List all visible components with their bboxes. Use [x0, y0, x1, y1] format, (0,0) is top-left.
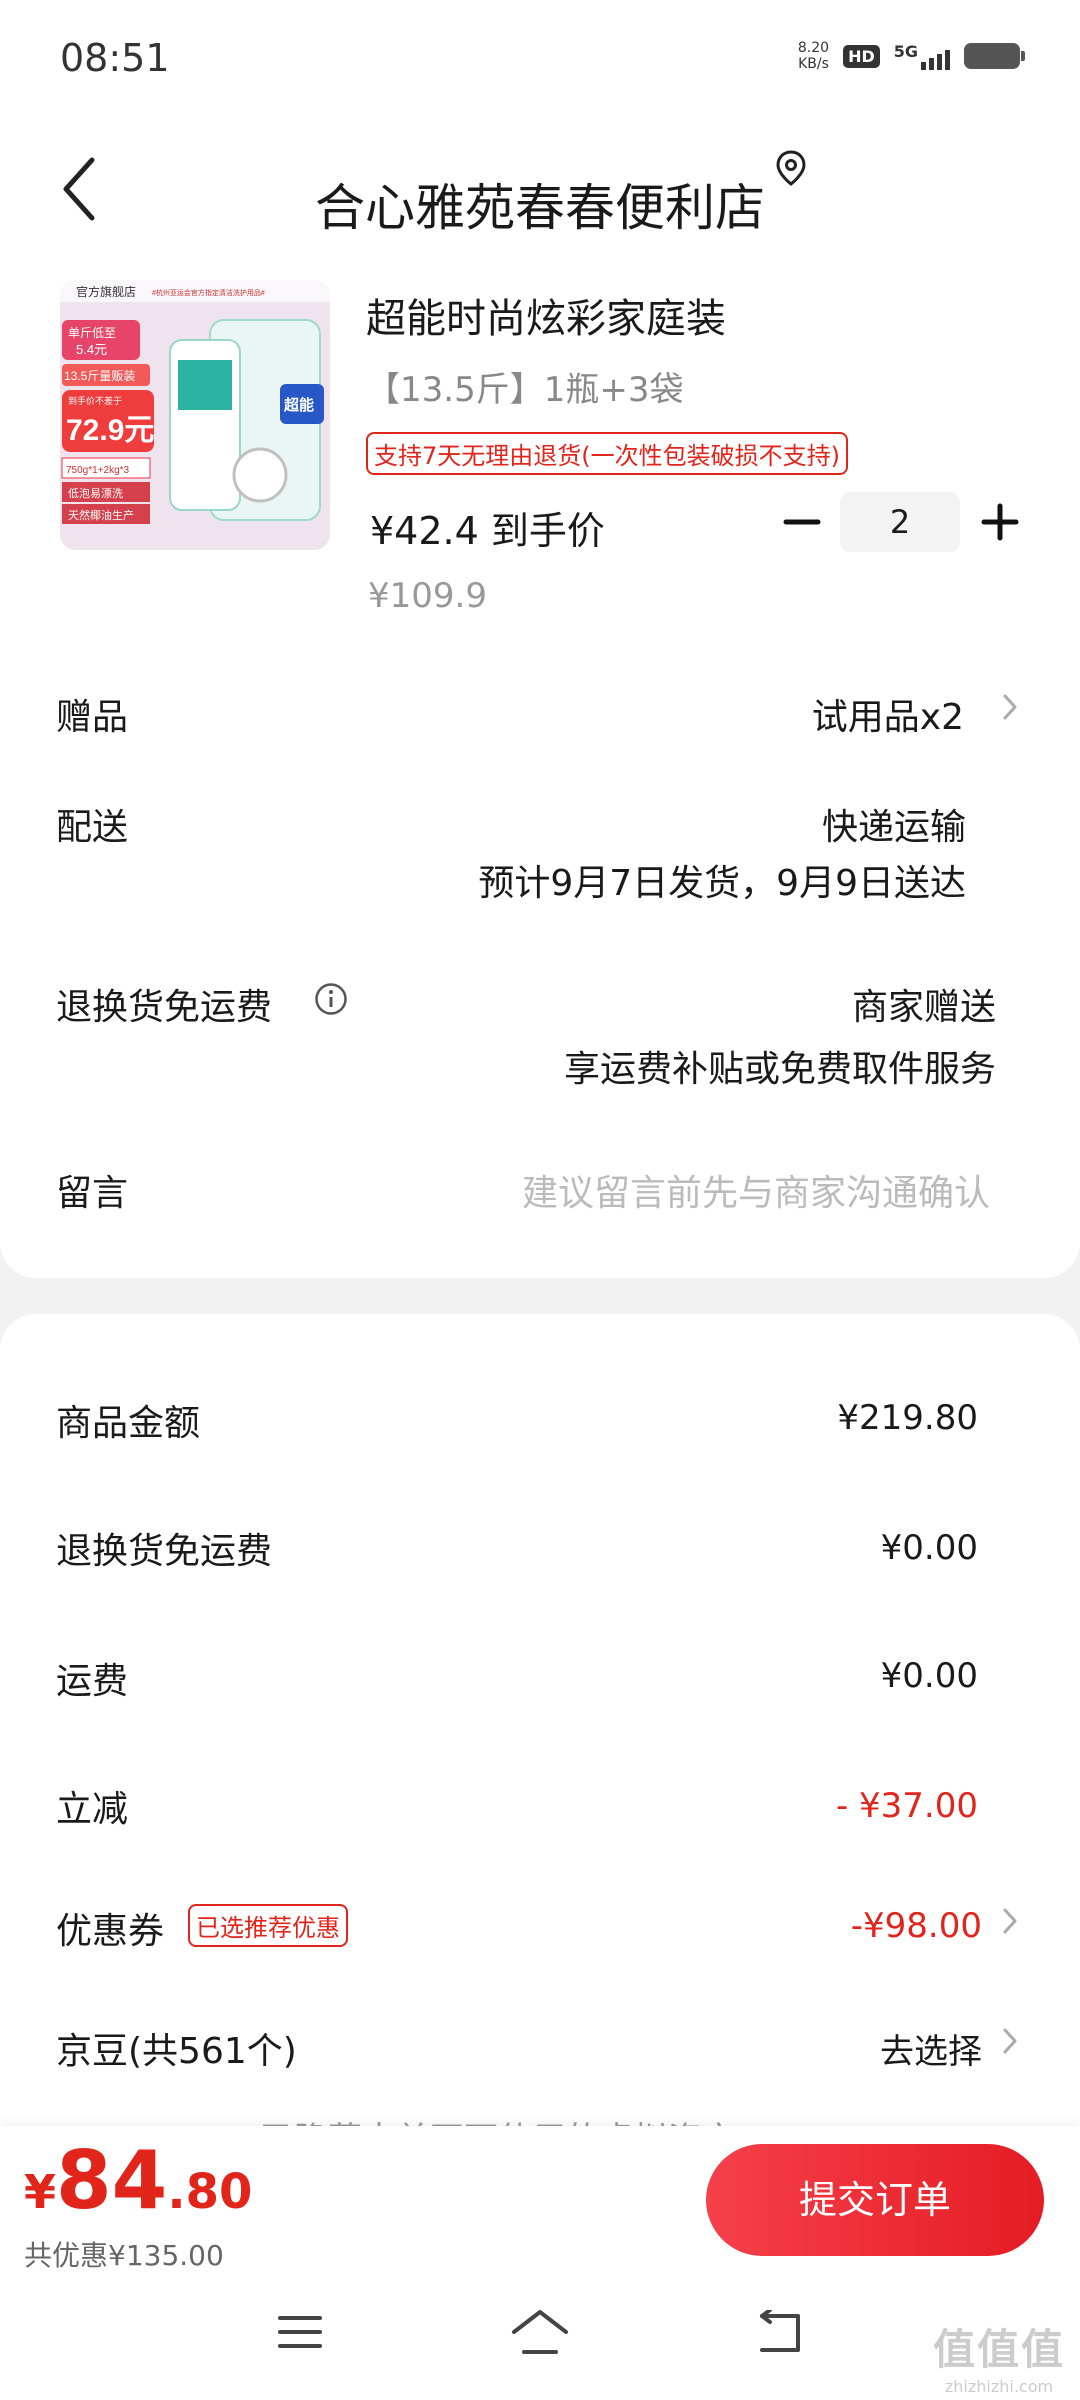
product-title[interactable]: 超能时尚炫彩家庭装: [366, 286, 726, 344]
image-unit-price-1: 单斤低至: [68, 326, 116, 340]
menu-icon[interactable]: [276, 2312, 324, 2352]
hd-icon: HD: [843, 44, 880, 68]
signal-icon: 5G: [894, 42, 950, 70]
image-feature-2: 天然椰油生产: [68, 508, 134, 522]
minus-icon[interactable]: [780, 500, 824, 544]
original-price: ¥109.9: [368, 576, 487, 616]
jd-beans-select[interactable]: 去选择: [880, 2024, 982, 2073]
image-pack-label: 13.5斤量贩装: [64, 369, 135, 383]
image-brand: 超能: [283, 396, 314, 414]
coupon-label: 优惠券: [56, 1911, 165, 1952]
goods-amount: ¥219.80: [837, 1398, 978, 1438]
chevron-right-icon[interactable]: [1001, 2026, 1019, 2056]
header: 合心雅苑春春便利店: [0, 120, 1080, 270]
shipping-label: 运费: [56, 1661, 129, 1702]
product-spec: 【13.5斤】1瓶+3袋: [366, 370, 684, 410]
discount-value: - ¥37.00: [835, 1786, 978, 1826]
total-decimal: .80: [167, 2164, 253, 2220]
location-icon: [776, 150, 806, 186]
total-price: ¥84.80: [24, 2134, 252, 2227]
home-icon[interactable]: [510, 2308, 570, 2358]
chevron-right-icon[interactable]: [1001, 692, 1019, 722]
message-label: 留言: [56, 1173, 129, 1214]
return-policy-tag: 支持7天无理由退货(一次性包装破损不支持): [366, 432, 848, 475]
shipping-fee: ¥0.00: [880, 1656, 978, 1696]
image-unit-price-2: 5.4元: [76, 342, 107, 357]
final-price: ¥42.4 到手价: [370, 509, 605, 553]
total-integer: 84: [56, 2134, 168, 2227]
quantity-stepper[interactable]: 2: [840, 492, 960, 552]
goods-amount-label: 商品金额: [56, 1403, 201, 1444]
info-icon[interactable]: [314, 982, 348, 1016]
return-fee: ¥0.00: [880, 1528, 978, 1568]
product-image[interactable]: 官方旗舰店 #杭州亚运会官方指定清洁洗护用品# 单斤低至 5.4元 13.5斤量…: [60, 280, 330, 550]
return-shipping-value: 商家赠送: [851, 987, 996, 1028]
gift-label: 赠品: [56, 697, 129, 738]
store-title[interactable]: 合心雅苑春春便利店: [0, 168, 1080, 240]
status-bar: 08:51 8.20 KB/s HD 5G: [0, 0, 1080, 120]
chevron-right-icon[interactable]: [1001, 1906, 1019, 1936]
gift-value[interactable]: 试用品x2: [812, 688, 964, 740]
network-speed: 8.20 KB/s: [797, 40, 830, 72]
battery-icon: [964, 43, 1025, 69]
total-saved: 共优惠¥135.00: [24, 2239, 224, 2272]
discount-label: 立减: [56, 1789, 129, 1830]
return-shipping-label: 退换货免运费: [56, 987, 273, 1028]
submit-order-button[interactable]: 提交订单: [706, 2144, 1044, 2256]
image-banner: #杭州亚运会官方指定清洁洗护用品#: [152, 288, 265, 297]
delivery-label: 配送: [56, 807, 129, 848]
coupon-badge: 已选推荐优惠: [188, 1904, 348, 1947]
image-price: 72.9元: [66, 414, 154, 447]
watermark: 值值值 zhizhizhi.com: [928, 2316, 1070, 2396]
message-input[interactable]: 建议留言前先与商家沟通确认: [522, 1164, 990, 1216]
back-nav-icon[interactable]: [754, 2310, 804, 2356]
total-currency: ¥: [24, 2165, 57, 2219]
plus-icon[interactable]: [978, 500, 1022, 544]
watermark-site: zhizhizhi.com: [944, 2377, 1054, 2396]
jd-beans-label: 京豆(共561个): [56, 2031, 297, 2072]
status-time: 08:51: [60, 36, 170, 80]
product-image-art: 官方旗舰店 #杭州亚运会官方指定清洁洗护用品# 单斤低至 5.4元 13.5斤量…: [60, 280, 330, 550]
image-promo: 到手价不差于: [68, 395, 122, 406]
return-fee-label: 退换货免运费: [56, 1531, 273, 1572]
status-indicators: 8.20 KB/s HD 5G: [797, 40, 1025, 72]
delivery-estimate: 预计9月7日发货，9月9日送达: [478, 863, 966, 904]
delivery-method[interactable]: 快递运输: [822, 798, 966, 850]
image-feature-1: 低泡易漂洗: [68, 486, 123, 500]
return-shipping-desc: 享运费补贴或免费取件服务: [563, 1049, 996, 1090]
coupon-value[interactable]: -¥98.00: [851, 1906, 982, 1946]
image-spec: 750g*1+2kg*3: [66, 465, 130, 476]
image-store-label: 官方旗舰店: [76, 284, 136, 299]
watermark-main: 值值值: [932, 2325, 1065, 2374]
